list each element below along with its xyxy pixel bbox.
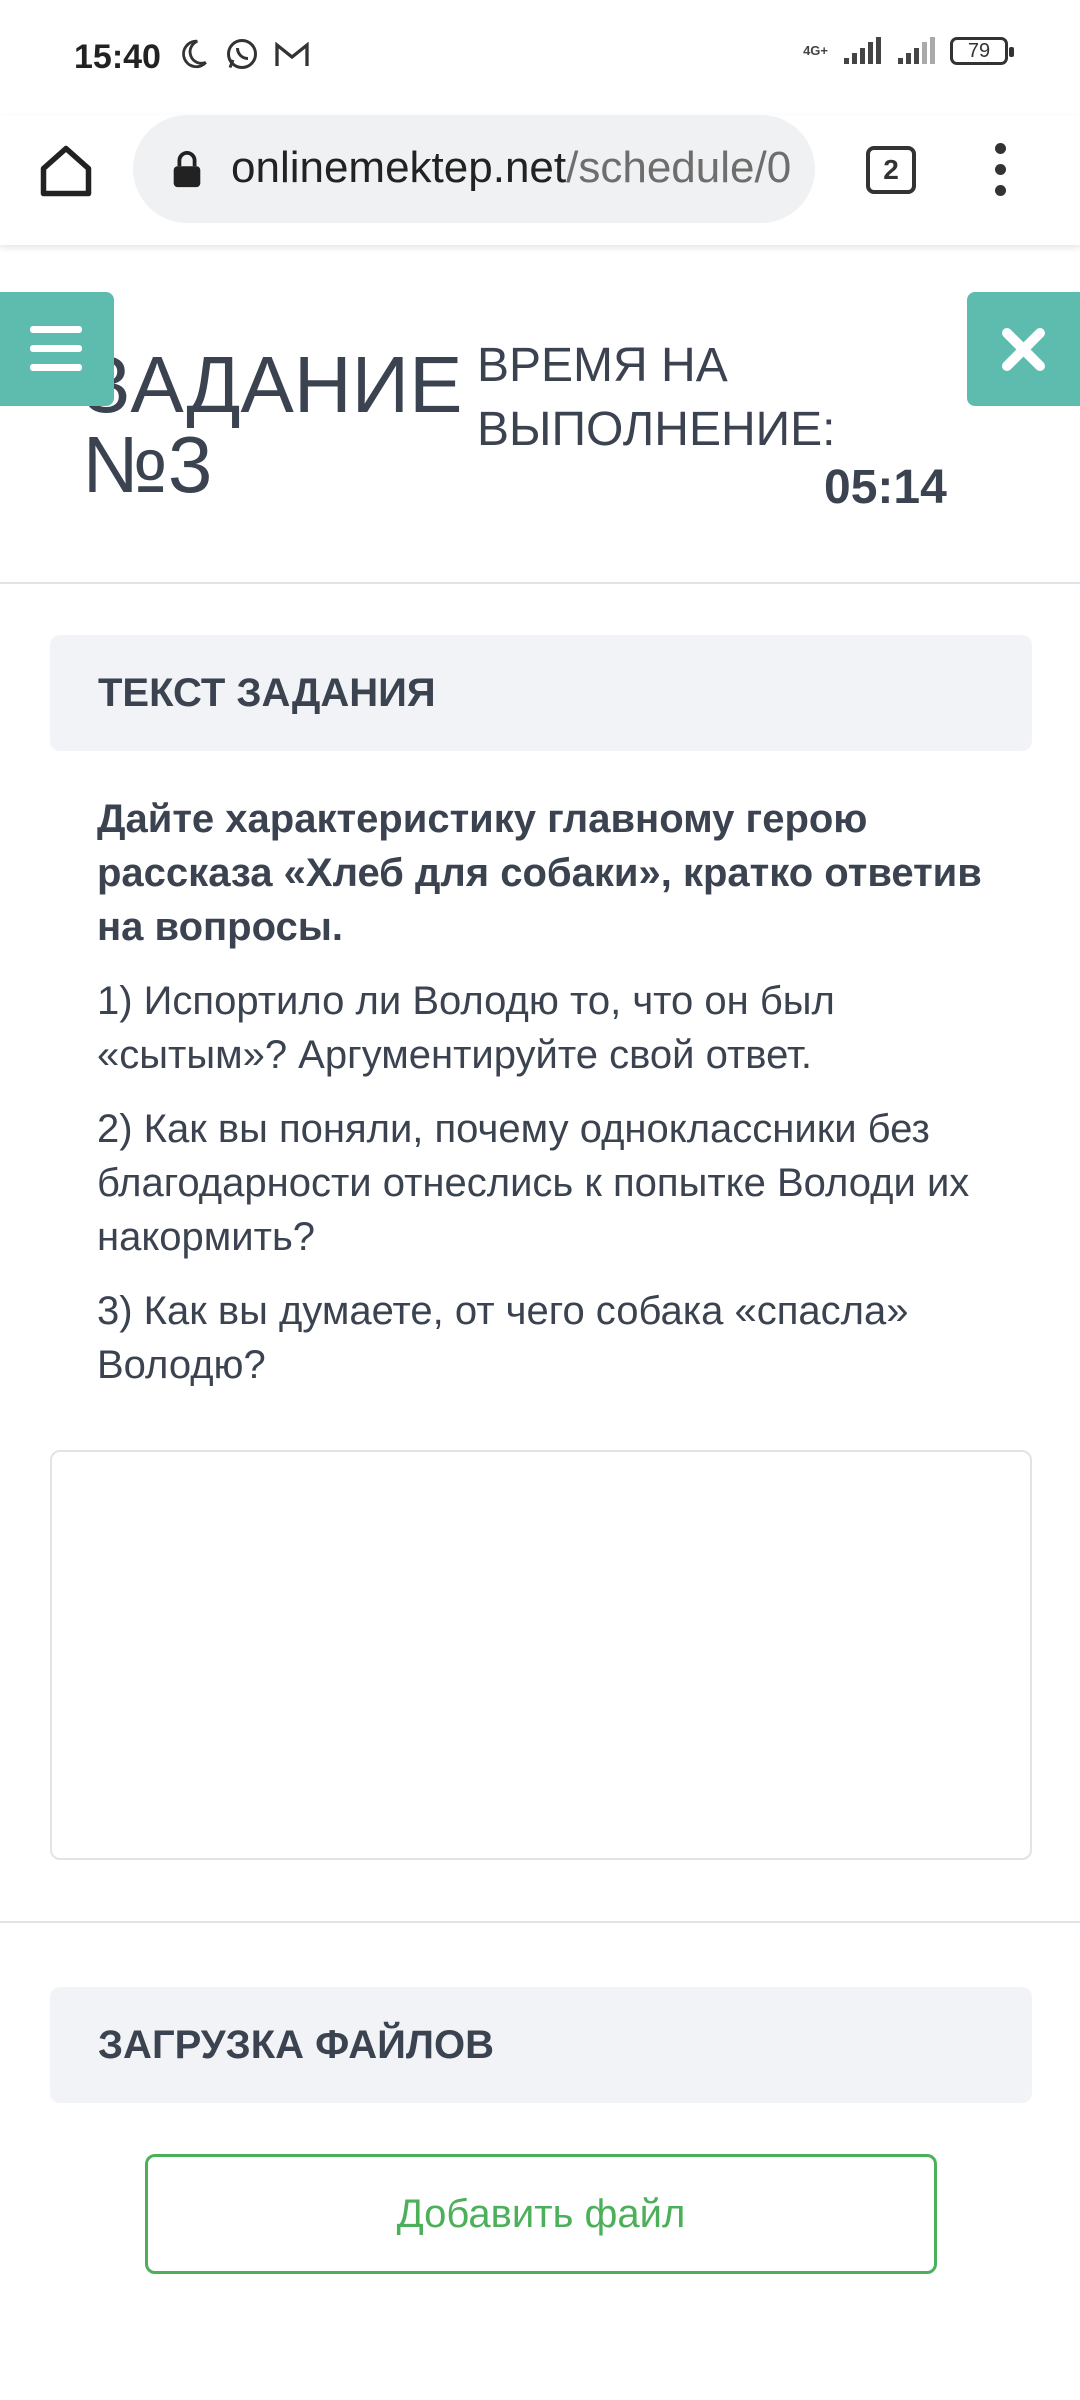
status-system-icons: 4G+ 79 [803, 36, 1014, 66]
url-domain: onlinemektep.net [231, 143, 567, 192]
answer-textarea[interactable] [50, 1450, 1032, 1860]
task-intro: Дайте характеристику главному герою расс… [97, 797, 982, 949]
task-question: 2) Как вы поняли, почему одноклассники б… [97, 1107, 970, 1259]
hamburger-menu-icon[interactable] [0, 292, 114, 406]
timer-value: 05:14 [824, 461, 947, 514]
network-type: 4G+ [803, 43, 828, 58]
tabs-button[interactable]: 2 [866, 146, 916, 194]
close-icon [1002, 328, 1045, 371]
status-bar: 15:40 4G+ 79 [0, 0, 1080, 115]
signal-icon [844, 37, 881, 64]
section-title: ТЕКСТ ЗАДАНИЯ [98, 671, 436, 715]
signal-icon [898, 37, 935, 64]
upload-header: ЗАГРУЗКА ФАЙЛОВ [50, 1987, 1032, 2103]
home-icon[interactable] [36, 141, 96, 201]
task-question: 3) Как вы думаете, от чего собака «спасл… [97, 1289, 909, 1387]
status-time: 15:40 [74, 38, 161, 76]
status-notification-icons [176, 36, 310, 72]
task-text-header: ТЕКСТ ЗАДАНИЯ [50, 635, 1032, 751]
browser-toolbar: onlinemektep.net/schedule/0 2 [0, 115, 1080, 245]
close-button[interactable] [967, 292, 1080, 406]
divider [0, 582, 1080, 584]
address-bar[interactable]: onlinemektep.net/schedule/0 [133, 115, 815, 223]
task-title: ЗАДАНИЕ №3 [82, 340, 463, 509]
more-vert-icon[interactable] [988, 143, 1012, 203]
lock-icon [173, 151, 201, 188]
gmail-icon [275, 41, 309, 66]
task-question: 1) Испортило ли Володю то, что он был «с… [97, 979, 835, 1077]
url-path: /schedule/0 [566, 143, 792, 192]
url-text: onlinemektep.net/schedule/0 [231, 143, 791, 193]
divider [0, 1921, 1080, 1923]
moon-icon [182, 39, 207, 69]
section-title: ЗАГРУЗКА ФАЙЛОВ [98, 2023, 494, 2067]
add-file-button[interactable]: Добавить файл [145, 2154, 937, 2274]
task-text: Дайте характеристику главному герою расс… [97, 792, 997, 1412]
timer-label: ВРЕМЯ НА ВЫПОЛНЕНИЕ: [477, 339, 836, 456]
whatsapp-icon [227, 39, 257, 69]
battery-icon: 79 [950, 37, 1014, 65]
